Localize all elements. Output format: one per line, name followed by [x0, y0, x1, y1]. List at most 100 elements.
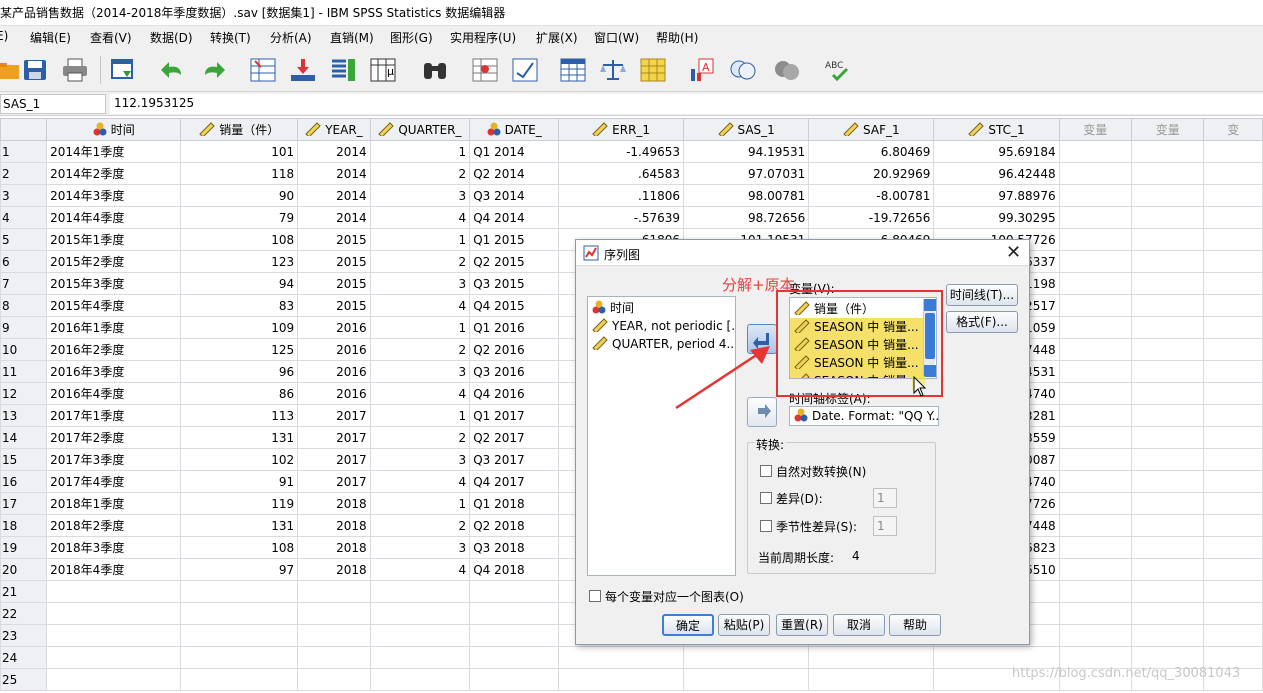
table-cell[interactable]: 4	[369, 206, 471, 229]
table-cell[interactable]: 2018	[297, 558, 371, 581]
table-cell[interactable]: 2016年2季度	[46, 338, 182, 361]
table-cell[interactable]: 2015年3季度	[46, 272, 182, 295]
table-cell[interactable]	[469, 602, 560, 625]
menu-item[interactable]: 实用程序(U)	[450, 29, 516, 46]
table-cell[interactable]: 102	[180, 448, 299, 471]
table-cell[interactable]: 99.30295	[933, 206, 1060, 229]
table-cell[interactable]	[1058, 404, 1133, 427]
seasonal-diff-checkbox[interactable]	[760, 520, 772, 532]
table-cell[interactable]: 97	[180, 558, 299, 581]
table-cell[interactable]: Q4 2015	[469, 294, 560, 317]
table-cell[interactable]: 123	[180, 250, 299, 273]
show-all-variables-icon[interactable]	[772, 56, 802, 84]
table-cell[interactable]: 2017年4季度	[46, 470, 182, 493]
table-cell[interactable]: 2014年1季度	[46, 140, 182, 163]
table-cell[interactable]	[1203, 382, 1263, 405]
table-cell[interactable]: 97.07031	[683, 162, 810, 185]
table-cell[interactable]	[46, 646, 182, 669]
table-cell[interactable]: 79	[180, 206, 299, 229]
table-cell[interactable]: 3	[369, 448, 471, 471]
table-cell[interactable]: Q2 2015	[469, 250, 560, 273]
column-header[interactable]: SAS_1	[683, 118, 810, 141]
timeline-button[interactable]: 时间线(T)...	[946, 284, 1018, 306]
table-cell[interactable]: 2015	[297, 272, 371, 295]
table-cell[interactable]	[1131, 360, 1205, 383]
table-cell[interactable]: 83	[180, 294, 299, 317]
menu-item[interactable]: 窗口(W)	[594, 29, 639, 46]
table-cell[interactable]	[297, 624, 371, 647]
table-cell[interactable]: 119	[180, 492, 299, 515]
table-cell[interactable]	[1203, 404, 1263, 427]
table-cell[interactable]: 98.00781	[683, 184, 810, 207]
table-cell[interactable]	[1203, 228, 1263, 251]
table-cell[interactable]	[1131, 140, 1205, 163]
table-cell[interactable]: Q3 2017	[469, 448, 560, 471]
insert-variable-icon[interactable]	[510, 56, 540, 84]
table-cell[interactable]: 2	[369, 250, 471, 273]
table-cell[interactable]	[1203, 558, 1263, 581]
table-cell[interactable]	[297, 580, 371, 603]
table-cell[interactable]: 2014	[297, 184, 371, 207]
table-cell[interactable]	[1058, 316, 1133, 339]
table-cell[interactable]: 4	[369, 294, 471, 317]
table-cell[interactable]: 2	[369, 426, 471, 449]
table-cell[interactable]: 97.88976	[933, 184, 1060, 207]
table-cell[interactable]: 1	[369, 316, 471, 339]
table-cell[interactable]: 90	[180, 184, 299, 207]
table-cell[interactable]	[808, 668, 935, 691]
table-cell[interactable]: 2018年2季度	[46, 514, 182, 537]
table-cell[interactable]: 2018	[297, 514, 371, 537]
table-cell[interactable]	[1203, 250, 1263, 273]
menu-item[interactable]: 数据(D)	[150, 29, 193, 46]
table-cell[interactable]: 96	[180, 360, 299, 383]
table-cell[interactable]: 2016年1季度	[46, 316, 182, 339]
table-cell[interactable]: 131	[180, 514, 299, 537]
table-cell[interactable]: 2	[369, 338, 471, 361]
table-cell[interactable]: 118	[180, 162, 299, 185]
table-cell[interactable]: 94	[180, 272, 299, 295]
table-cell[interactable]	[683, 646, 810, 669]
table-cell[interactable]: 2016	[297, 360, 371, 383]
table-cell[interactable]: 2016年4季度	[46, 382, 182, 405]
table-cell[interactable]: 113	[180, 404, 299, 427]
table-cell[interactable]	[46, 580, 182, 603]
column-header[interactable]: 销量（件）	[180, 118, 299, 141]
table-cell[interactable]	[1203, 624, 1263, 647]
save-icon[interactable]	[20, 56, 50, 84]
source-variable-item[interactable]: 时间	[588, 299, 735, 317]
table-cell[interactable]	[369, 602, 471, 625]
table-cell[interactable]	[808, 646, 935, 669]
table-cell[interactable]	[1131, 624, 1205, 647]
table-cell[interactable]: 98.72656	[683, 206, 810, 229]
difference-checkbox[interactable]	[760, 492, 772, 504]
source-variable-list[interactable]: 时间 YEAR, not periodic [... QUARTER, period…	[587, 296, 736, 576]
table-cell[interactable]: Q4 2014	[469, 206, 560, 229]
table-cell[interactable]: 2017年2季度	[46, 426, 182, 449]
table-cell[interactable]	[1058, 580, 1133, 603]
column-header[interactable]: ERR_1	[558, 118, 685, 141]
table-cell[interactable]	[1131, 580, 1205, 603]
table-cell[interactable]	[1131, 294, 1205, 317]
table-cell[interactable]	[1203, 184, 1263, 207]
table-cell[interactable]	[1058, 514, 1133, 537]
table-cell[interactable]	[683, 668, 810, 691]
table-cell[interactable]	[1203, 492, 1263, 515]
table-cell[interactable]: 2014年2季度	[46, 162, 182, 185]
help-button[interactable]: 帮助	[889, 614, 941, 636]
table-cell[interactable]	[1058, 228, 1133, 251]
table-cell[interactable]	[180, 668, 299, 691]
table-cell[interactable]: Q3 2018	[469, 536, 560, 559]
table-cell[interactable]	[180, 646, 299, 669]
table-cell[interactable]: 2015	[297, 250, 371, 273]
table-cell[interactable]	[1058, 602, 1133, 625]
menu-item[interactable]: 查看(V)	[90, 29, 132, 46]
table-cell[interactable]: 20.92969	[808, 162, 935, 185]
table-cell[interactable]: Q2 2014	[469, 162, 560, 185]
table-cell[interactable]	[1203, 536, 1263, 559]
weight-cases-icon[interactable]	[598, 56, 628, 84]
table-cell[interactable]: 4	[369, 558, 471, 581]
find-icon[interactable]	[420, 56, 450, 84]
column-header[interactable]: QUARTER_	[369, 118, 471, 141]
table-cell[interactable]	[1058, 250, 1133, 273]
column-header[interactable]: 变量	[1058, 118, 1133, 141]
